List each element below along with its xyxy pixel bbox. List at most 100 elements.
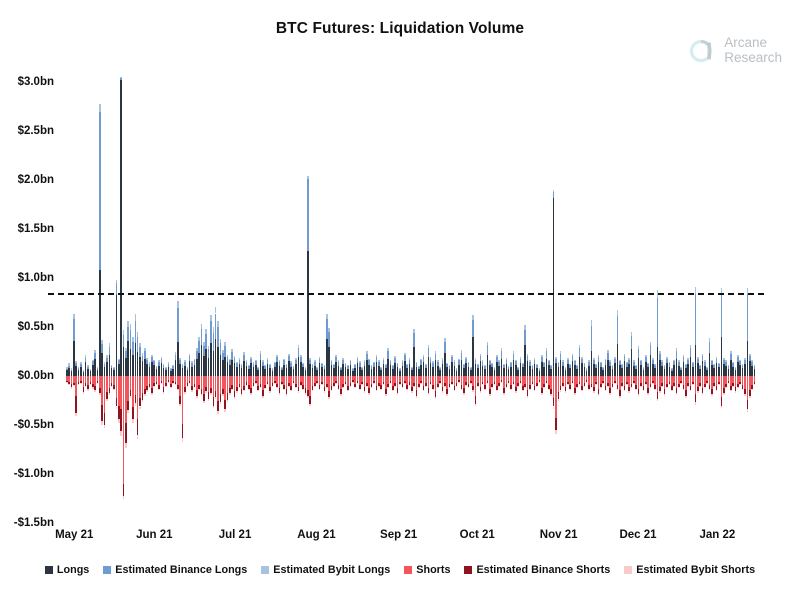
bar-segment-long <box>127 340 130 377</box>
bar-segment-long <box>250 358 252 364</box>
bar-segment-long <box>592 364 595 377</box>
bar-segment-short <box>344 383 347 385</box>
bar-column <box>247 58 250 523</box>
y-axis-tick-label: $3.0bn <box>17 76 54 89</box>
bar-segment-long <box>148 362 151 365</box>
bar-segment-short <box>550 393 552 396</box>
bar-segment-long <box>366 350 368 354</box>
y-axis-tick-label: $0.5bn <box>17 321 54 334</box>
bar-segment-short <box>734 390 737 393</box>
bar-segment-long <box>335 354 337 357</box>
bar-segment-long <box>595 368 597 377</box>
bar-segment-long <box>99 104 101 112</box>
bar-segment-long <box>713 364 716 366</box>
bar-segment-short <box>231 388 233 390</box>
bar-segment-long <box>174 354 177 361</box>
bar-column <box>99 58 101 523</box>
bar-segment-long <box>158 362 160 367</box>
bar-column <box>210 58 212 523</box>
bar-segment-long <box>420 360 423 366</box>
bar-segment-long <box>484 369 486 377</box>
bar-segment-long <box>188 353 191 356</box>
bar-segment-short <box>127 376 130 401</box>
bar-segment-long <box>167 364 170 368</box>
bar-segment-short <box>368 392 371 395</box>
legend-item[interactable]: Estimated Binance Shorts <box>464 564 610 576</box>
bar-column <box>143 58 146 523</box>
bar-segment-short <box>297 376 300 387</box>
bar-segment-long <box>226 356 229 363</box>
legend-item[interactable]: Estimated Bybit Shorts <box>624 564 755 576</box>
bar-segment-long <box>583 363 586 365</box>
legend-item[interactable]: Estimated Binance Longs <box>103 564 247 576</box>
bar-segment-long <box>207 345 210 349</box>
bar-segment-long <box>562 366 564 377</box>
bar-segment-short <box>746 409 749 413</box>
bar-column <box>595 58 597 523</box>
bar-column <box>692 58 694 523</box>
bar-segment-long <box>569 364 571 366</box>
bar-segment-short <box>673 376 675 383</box>
bar-segment-long <box>226 362 229 377</box>
bar-column <box>200 58 203 523</box>
bar-segment-long <box>614 356 616 359</box>
bar-column <box>574 58 576 523</box>
bar-column <box>403 58 406 523</box>
bar-segment-long <box>566 359 569 365</box>
legend-item[interactable]: Shorts <box>404 564 450 576</box>
bar-segment-short <box>323 376 326 387</box>
bar-column <box>465 58 467 523</box>
bar-column <box>451 58 453 523</box>
bar-segment-long <box>354 365 356 369</box>
bar-column <box>370 58 373 523</box>
bar-segment-short <box>172 383 174 384</box>
bar-segment-short <box>276 386 278 388</box>
bar-segment-short <box>630 376 633 384</box>
bar-segment-short <box>576 386 578 388</box>
bar-segment-short <box>82 376 85 387</box>
bar-segment-short <box>699 376 701 383</box>
bar-segment-long <box>344 364 347 368</box>
bar-segment-long <box>236 363 238 368</box>
bar-segment-short <box>557 398 560 401</box>
bar-column <box>432 58 434 523</box>
bar-segment-long <box>685 364 687 366</box>
bar-segment-long <box>181 364 184 366</box>
bar-segment-long <box>644 354 647 357</box>
bar-segment-long <box>269 365 271 369</box>
bar-segment-long <box>108 346 111 355</box>
bar-column <box>68 58 70 523</box>
bar-segment-long <box>543 367 545 377</box>
bar-column <box>427 58 430 523</box>
bar-segment-short <box>314 385 316 387</box>
bar-segment-long <box>117 358 120 361</box>
bar-segment-short <box>472 376 475 386</box>
legend-item[interactable]: Longs <box>44 564 89 576</box>
bar-segment-short <box>210 392 212 395</box>
bar-segment-long <box>727 369 730 377</box>
bar-segment-long <box>536 364 538 366</box>
bar-segment-short <box>146 389 148 392</box>
bar-segment-long <box>141 361 144 377</box>
bar-segment-long <box>588 366 590 377</box>
bar-segment-short <box>167 382 170 383</box>
bar-segment-short <box>394 385 397 387</box>
bar-column <box>753 58 756 523</box>
bar-segment-short <box>311 376 314 386</box>
bar-segment-long <box>488 361 491 366</box>
legend-item[interactable]: Estimated Bybit Longs <box>261 564 390 576</box>
bar-segment-short <box>224 376 226 400</box>
bar-segment-short <box>250 392 252 395</box>
bar-column <box>505 58 508 523</box>
bar-segment-long <box>389 365 392 377</box>
bar-segment-short <box>411 390 413 393</box>
bar-segment-long <box>699 366 701 370</box>
bar-segment-long <box>266 364 269 377</box>
bar-column <box>158 58 160 523</box>
bar-segment-short <box>278 392 281 395</box>
bar-segment-short <box>500 382 503 383</box>
bar-column <box>640 58 642 523</box>
bar-segment-short <box>569 388 571 390</box>
bar-column <box>413 58 415 523</box>
bar-segment-short <box>427 376 430 388</box>
